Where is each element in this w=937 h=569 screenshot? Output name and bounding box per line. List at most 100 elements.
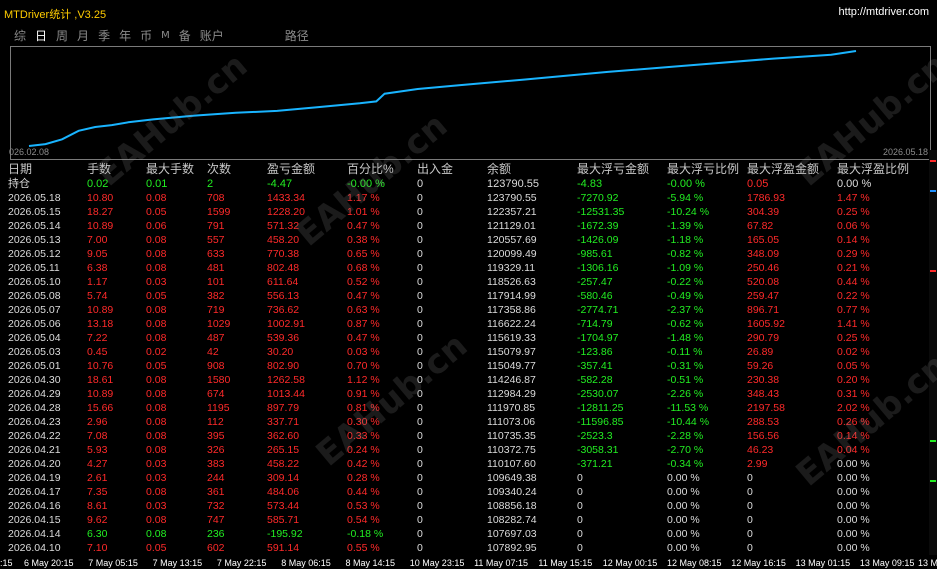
column-header-3[interactable]: 次数 [207,162,231,177]
table-row[interactable]: 2026.05.18 10.80 0.08 708 1433.34 1.17 % 0 1237… [6,191,921,205]
cell-count: 112 [207,416,224,428]
table-row[interactable]: 2026.05.03 0.45 0.02 42 30.20 0.03 % 0 115079.9… [6,345,921,359]
tab-2[interactable]: 周 [56,27,68,45]
column-header-1[interactable]: 手数 [87,162,111,177]
cell-pct: 0.47 % [347,332,380,344]
cell-count: 747 [207,514,225,526]
cell-mflp: -0.31 % [667,360,704,372]
holding-max-lots: 0.01 [146,178,168,190]
tab-6[interactable]: 币 [140,27,152,45]
cell-mfl: -714.79 [577,318,613,330]
cell-mfl: 0 [577,486,583,498]
table-row[interactable]: 2026.04.15 9.62 0.08 747 585.71 0.54 % 0 108282… [6,513,921,527]
table-row[interactable]: 2026.04.14 6.30 0.08 236 -195.92 -0.18 % 0 1076… [6,527,921,541]
cell-deposit: 0 [417,402,423,414]
cell-mfpp: 0.00 % [837,514,870,526]
cell-balance: 116622.24 [487,318,536,330]
column-header-11[interactable]: 最大浮盈比例 [837,162,909,177]
cell-mfp: 0 [747,542,753,554]
cell-lots: 6.30 [87,528,108,540]
table-row[interactable]: 2026.05.10 1.17 0.03 101 611.64 0.52 % 0 118526… [6,275,921,289]
table-row[interactable]: 2026.05.06 13.18 0.08 1029 1002.91 0.87 % 0 116… [6,317,921,331]
table-row[interactable]: 2026.05.14 10.89 0.06 791 571.32 0.47 % 0 12112… [6,219,921,233]
table-row[interactable]: 2026.05.11 6.38 0.08 481 802.48 0.68 % 0 119329… [6,261,921,275]
cell-pnl: 458.20 [267,234,300,246]
holding-pnl: -4.47 [267,178,293,190]
table-row[interactable]: 2026.05.04 7.22 0.08 487 539.36 0.47 % 0 115619… [6,331,921,345]
tab-5[interactable]: 年 [119,27,131,45]
cell-pnl: 484.06 [267,486,300,498]
tab-3[interactable]: 月 [77,27,89,45]
tab-0[interactable]: 综 [14,27,26,45]
tab-8[interactable]: 备 [179,27,191,45]
table-row[interactable]: 2026.04.19 2.61 0.03 244 309.14 0.28 % 0 109649… [6,471,921,485]
column-header-2[interactable]: 最大手数 [146,162,194,177]
table-row[interactable]: 2026.04.16 8.61 0.03 732 573.44 0.53 % 0 108856… [6,499,921,513]
column-header-8[interactable]: 最大浮亏金额 [577,162,649,177]
cell-mflp: -1.39 % [667,220,704,232]
column-header-0[interactable]: 日期 [8,162,32,177]
cell-mfp: 290.79 [747,332,780,344]
cell-mflp: -5.94 % [667,192,704,204]
tab-9[interactable]: 账户 [200,27,224,45]
cell-lots: 2.61 [87,472,108,484]
tab-7[interactable]: M [161,27,170,45]
table-row[interactable]: 2026.05.15 18.27 0.05 1599 1228.20 1.01 % 0 122… [6,205,921,219]
cell-mfp: 165.05 [747,234,780,246]
column-header-9[interactable]: 最大浮亏比例 [667,162,739,177]
cell-mfl: 0 [577,528,583,540]
cell-lots: 9.62 [87,514,108,526]
website-link[interactable]: http://mtdriver.com [839,6,929,18]
cell-pnl: 265.15 [267,444,300,456]
table-row[interactable]: 2026.04.29 10.89 0.08 674 1013.44 0.91 % 0 1129… [6,387,921,401]
cell-lots: 4.27 [87,458,108,470]
cell-count: 633 [207,248,225,260]
table-row[interactable]: 2026.04.30 18.61 0.08 1580 1262.58 1.12 % 0 114… [6,373,921,387]
cell-mflp: 0.00 % [667,472,700,484]
tab-4[interactable]: 季 [98,27,110,45]
cell-pct: 0.47 % [347,220,380,232]
column-header-7[interactable]: 余额 [487,162,511,177]
side-scroll-strip[interactable] [929,150,937,555]
holding-balance: 123790.55 [487,178,539,190]
cell-balance: 112984.29 [487,388,536,400]
column-header-10[interactable]: 最大浮盈金额 [747,162,819,177]
table-row[interactable]: 2026.04.23 2.96 0.08 112 337.71 0.30 % 0 111073… [6,415,921,429]
table-row[interactable]: 2026.04.22 7.08 0.08 395 362.60 0.33 % 0 110735… [6,429,921,443]
tab-1[interactable]: 日 [35,27,47,45]
table-row[interactable]: 2026.05.12 9.05 0.08 633 770.38 0.65 % 0 120099… [6,247,921,261]
table-row[interactable]: 2026.04.10 7.10 0.05 602 591.14 0.55 % 0 107892… [6,541,921,555]
cell-date: 2026.05.01 [8,360,61,372]
cell-mfpp: 0.06 % [837,220,870,232]
app-title: MTDriver统计 ,V3.25 [4,9,107,21]
cell-mfp: 0 [747,514,753,526]
cell-max_lots: 0.03 [146,472,167,484]
table-row[interactable]: 2026.04.17 7.35 0.08 361 484.06 0.44 % 0 109340… [6,485,921,499]
cell-max_lots: 0.05 [146,542,167,554]
cell-balance: 111073.06 [487,416,536,428]
tab-10[interactable]: 路径 [285,27,309,45]
table-row[interactable]: 2026.04.28 15.66 0.08 1195 897.79 0.81 % 0 1119… [6,401,921,415]
table-row[interactable]: 2026.05.01 10.76 0.05 908 802.90 0.70 % 0 11504… [6,359,921,373]
table-row[interactable]: 2026.05.13 7.00 0.08 557 458.20 0.38 % 0 120557… [6,233,921,247]
cell-mfl: 0 [577,514,583,526]
table-row[interactable]: 2026.05.07 10.89 0.08 719 736.62 0.63 % 0 11735… [6,303,921,317]
cell-mflp: -2.26 % [667,388,704,400]
cell-deposit: 0 [417,542,423,554]
cell-count: 395 [207,430,225,442]
cell-pct: 0.28 % [347,472,380,484]
cell-balance: 109340.24 [487,486,537,498]
holding-max-float-loss: -4.83 [577,178,603,190]
cell-deposit: 0 [417,318,423,330]
cell-deposit: 0 [417,192,423,204]
cell-mfl: -1704.97 [577,332,619,344]
column-header-4[interactable]: 盈亏金额 [267,162,315,177]
column-header-5[interactable]: 百分比% [347,162,394,177]
cell-date: 2026.05.04 [8,332,61,344]
cell-pnl: 556.13 [267,290,300,302]
column-header-6[interactable]: 出入金 [417,162,453,177]
table-row[interactable]: 2026.04.21 5.93 0.08 326 265.15 0.24 % 0 110372… [6,443,921,457]
table-row[interactable]: 2026.04.20 4.27 0.03 383 458.22 0.42 % 0 110107… [6,457,921,471]
time-axis-label: :15 [0,558,13,568]
table-row[interactable]: 2026.05.08 5.74 0.05 382 556.13 0.47 % 0 117914… [6,289,921,303]
